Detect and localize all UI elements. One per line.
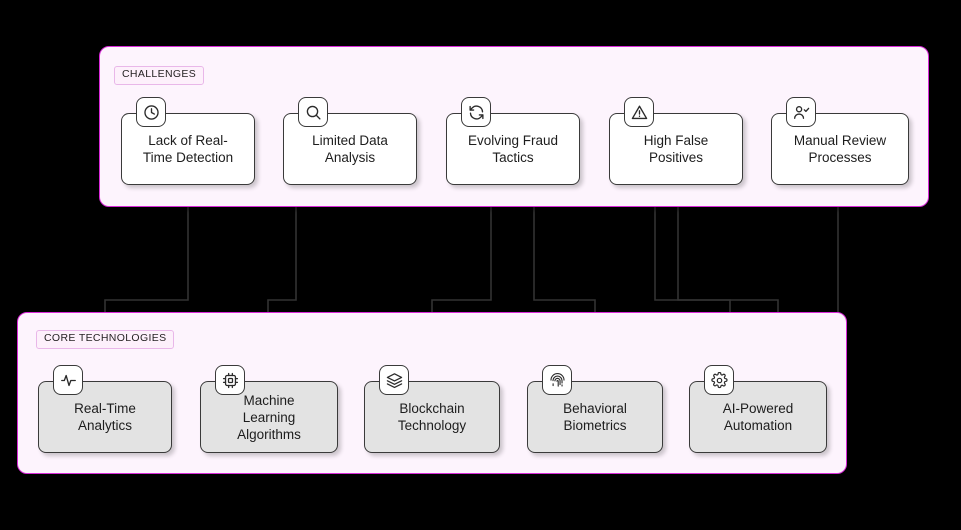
subgraph-challenges-label: CHALLENGES bbox=[114, 66, 205, 85]
clock-icon bbox=[136, 97, 166, 127]
node-limited-data-analysis[interactable]: Limited Data Analysis bbox=[283, 97, 417, 185]
node-ai-powered-automation[interactable]: AI-Powered Automation bbox=[689, 365, 827, 453]
node-high-false-positives[interactable]: High False Positives bbox=[609, 97, 743, 185]
node-label: High False Positives bbox=[643, 133, 709, 165]
user-check-icon bbox=[786, 97, 816, 127]
node-manual-review-processes[interactable]: Manual Review Processes bbox=[771, 97, 909, 185]
search-icon bbox=[298, 97, 328, 127]
refresh-cycle-icon bbox=[461, 97, 491, 127]
node-label: Blockchain Technology bbox=[397, 401, 467, 433]
node-behavioral-biometrics[interactable]: Behavioral Biometrics bbox=[527, 365, 663, 453]
node-label: Behavioral Biometrics bbox=[563, 401, 627, 433]
warning-triangle-icon bbox=[624, 97, 654, 127]
node-machine-learning-algorithms[interactable]: Machine Learning Algorithms bbox=[200, 365, 338, 453]
node-label: Manual Review Processes bbox=[793, 133, 887, 165]
node-blockchain-technology[interactable]: Blockchain Technology bbox=[364, 365, 500, 453]
layers-stack-icon bbox=[379, 365, 409, 395]
cpu-chip-icon bbox=[215, 365, 245, 395]
node-label: Limited Data Analysis bbox=[312, 133, 388, 165]
node-label: Real-Time Analytics bbox=[74, 401, 136, 433]
node-label: Machine Learning Algorithms bbox=[237, 392, 301, 442]
node-label: Evolving Fraud Tactics bbox=[467, 133, 559, 165]
node-label: AI-Powered Automation bbox=[722, 401, 794, 433]
fingerprint-icon bbox=[542, 365, 572, 395]
subgraph-core-technologies-label: CORE TECHNOLOGIES bbox=[36, 330, 175, 349]
node-lack-of-real-time-detection[interactable]: Lack of Real- Time Detection bbox=[121, 97, 255, 185]
diagram-canvas: CHALLENGES Lack of Real- Time Detection … bbox=[0, 0, 961, 530]
node-real-time-analytics[interactable]: Real-Time Analytics bbox=[38, 365, 172, 453]
activity-pulse-icon bbox=[53, 365, 83, 395]
gear-icon bbox=[704, 365, 734, 395]
node-label: Lack of Real- Time Detection bbox=[142, 133, 234, 165]
node-evolving-fraud-tactics[interactable]: Evolving Fraud Tactics bbox=[446, 97, 580, 185]
